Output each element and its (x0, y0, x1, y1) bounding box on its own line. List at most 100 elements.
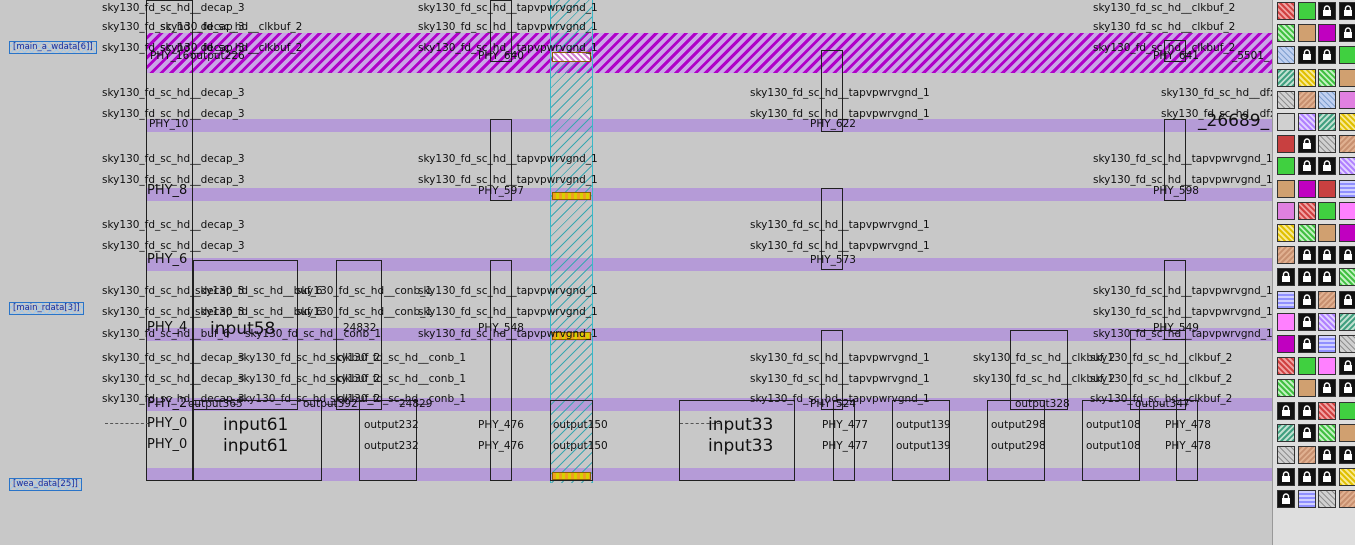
io-pin[interactable]: [main_a_wdata[6]] (9, 41, 97, 54)
lock-icon (1323, 471, 1331, 483)
layer-swatch[interactable] (1297, 423, 1316, 442)
layer-swatch[interactable] (1297, 68, 1316, 87)
layer-swatch[interactable] (1318, 24, 1336, 43)
layer-swatch[interactable] (1297, 113, 1316, 131)
layer-swatch[interactable] (1297, 468, 1316, 487)
layer-swatch[interactable] (1318, 379, 1336, 398)
layer-swatch[interactable] (1277, 401, 1295, 420)
layer-swatch[interactable] (1277, 157, 1295, 176)
layer-swatch[interactable] (1277, 335, 1295, 353)
layer-swatch[interactable] (1338, 312, 1355, 331)
layer-swatch[interactable] (1297, 46, 1316, 65)
layout-canvas[interactable]: [main_a_wdata[6]] [main_rdata[3]] [wea_d… (0, 0, 1272, 545)
layer-swatch[interactable] (1318, 423, 1336, 442)
layer-swatch[interactable] (1297, 24, 1316, 43)
layer-swatch[interactable] (1277, 290, 1295, 309)
layer-swatch[interactable] (1277, 312, 1295, 331)
layer-swatch[interactable] (1338, 179, 1355, 198)
layer-swatch[interactable] (1318, 446, 1336, 464)
layer-swatch[interactable] (1277, 179, 1295, 198)
layer-swatch[interactable] (1338, 335, 1355, 353)
io-pin[interactable]: [main_rdata[3]] (9, 302, 84, 315)
layer-swatch[interactable] (1318, 90, 1336, 109)
layer-swatch[interactable] (1277, 68, 1295, 87)
layer-swatch[interactable] (1297, 357, 1316, 376)
layer-swatch[interactable] (1297, 2, 1316, 20)
layer-swatch[interactable] (1297, 401, 1316, 420)
layer-swatch[interactable] (1338, 90, 1355, 109)
layer-swatch[interactable] (1338, 224, 1355, 242)
layer-swatch[interactable] (1277, 379, 1295, 398)
layer-swatch[interactable] (1297, 379, 1316, 398)
layer-swatch[interactable] (1338, 246, 1355, 265)
layer-swatch[interactable] (1338, 24, 1355, 43)
layer-swatch[interactable] (1297, 290, 1316, 309)
layer-swatch[interactable] (1297, 90, 1316, 109)
layer-swatch[interactable] (1338, 113, 1355, 131)
layer-swatch[interactable] (1318, 201, 1336, 220)
layer-swatch[interactable] (1277, 446, 1295, 464)
layer-swatch[interactable] (1338, 46, 1355, 65)
layer-swatch[interactable] (1318, 157, 1336, 176)
layer-swatch[interactable] (1277, 268, 1295, 287)
io-pin[interactable]: [wea_data[25]] (9, 478, 82, 491)
layer-swatch[interactable] (1277, 357, 1295, 376)
layer-swatch[interactable] (1297, 268, 1316, 287)
layer-swatch[interactable] (1318, 268, 1336, 287)
layer-swatch[interactable] (1277, 224, 1295, 242)
layer-swatch[interactable] (1318, 246, 1336, 265)
layer-swatch[interactable] (1338, 446, 1355, 464)
layer-swatch[interactable] (1318, 46, 1336, 65)
layer-swatch[interactable] (1277, 24, 1295, 43)
layer-swatch[interactable] (1318, 335, 1336, 353)
layer-swatch[interactable] (1297, 157, 1316, 176)
layer-swatch[interactable] (1277, 490, 1295, 509)
layer-swatch[interactable] (1318, 2, 1336, 20)
layer-swatch[interactable] (1277, 113, 1295, 131)
layer-swatch[interactable] (1297, 224, 1316, 242)
layer-swatch[interactable] (1297, 246, 1316, 265)
layer-swatch[interactable] (1318, 468, 1336, 487)
layer-swatch[interactable] (1318, 113, 1336, 131)
layer-swatch[interactable] (1338, 2, 1355, 20)
layer-swatch[interactable] (1297, 179, 1316, 198)
layer-swatch[interactable] (1277, 201, 1295, 220)
layer-swatch[interactable] (1297, 312, 1316, 331)
layer-swatch[interactable] (1277, 90, 1295, 109)
cell-label: PHY_0 (147, 416, 188, 431)
layer-swatch[interactable] (1338, 268, 1355, 287)
layer-swatch[interactable] (1338, 68, 1355, 87)
cell-label: sky130_fd_sc_hd__tapvpwrvgnd_1 (750, 352, 930, 364)
layer-swatch[interactable] (1318, 179, 1336, 198)
layer-swatch[interactable] (1338, 423, 1355, 442)
layer-swatch[interactable] (1338, 201, 1355, 220)
layer-swatch[interactable] (1318, 135, 1336, 154)
layer-swatch[interactable] (1277, 2, 1295, 20)
layer-swatch[interactable] (1338, 379, 1355, 398)
layer-swatch[interactable] (1338, 357, 1355, 376)
layer-swatch[interactable] (1318, 68, 1336, 87)
layer-swatch[interactable] (1338, 401, 1355, 420)
layer-swatch[interactable] (1318, 490, 1336, 509)
layer-swatch[interactable] (1297, 201, 1316, 220)
layer-swatch[interactable] (1277, 135, 1295, 154)
layer-swatch[interactable] (1297, 135, 1316, 154)
layer-swatch[interactable] (1318, 401, 1336, 420)
layer-swatch[interactable] (1297, 446, 1316, 464)
layer-swatch[interactable] (1318, 357, 1336, 376)
layer-swatch[interactable] (1297, 335, 1316, 353)
lock-icon (1302, 293, 1311, 305)
layer-swatch[interactable] (1338, 135, 1355, 154)
layer-swatch[interactable] (1318, 290, 1336, 309)
layer-swatch[interactable] (1338, 490, 1355, 509)
layer-swatch[interactable] (1297, 490, 1316, 509)
layer-swatch[interactable] (1277, 246, 1295, 265)
layer-swatch[interactable] (1318, 224, 1336, 242)
layer-swatch[interactable] (1277, 46, 1295, 65)
layer-swatch[interactable] (1338, 157, 1355, 176)
layer-swatch[interactable] (1338, 468, 1355, 487)
layer-swatch[interactable] (1318, 312, 1336, 331)
layer-swatch[interactable] (1277, 423, 1295, 442)
layer-swatch[interactable] (1277, 468, 1295, 487)
layer-swatch[interactable] (1338, 290, 1355, 309)
